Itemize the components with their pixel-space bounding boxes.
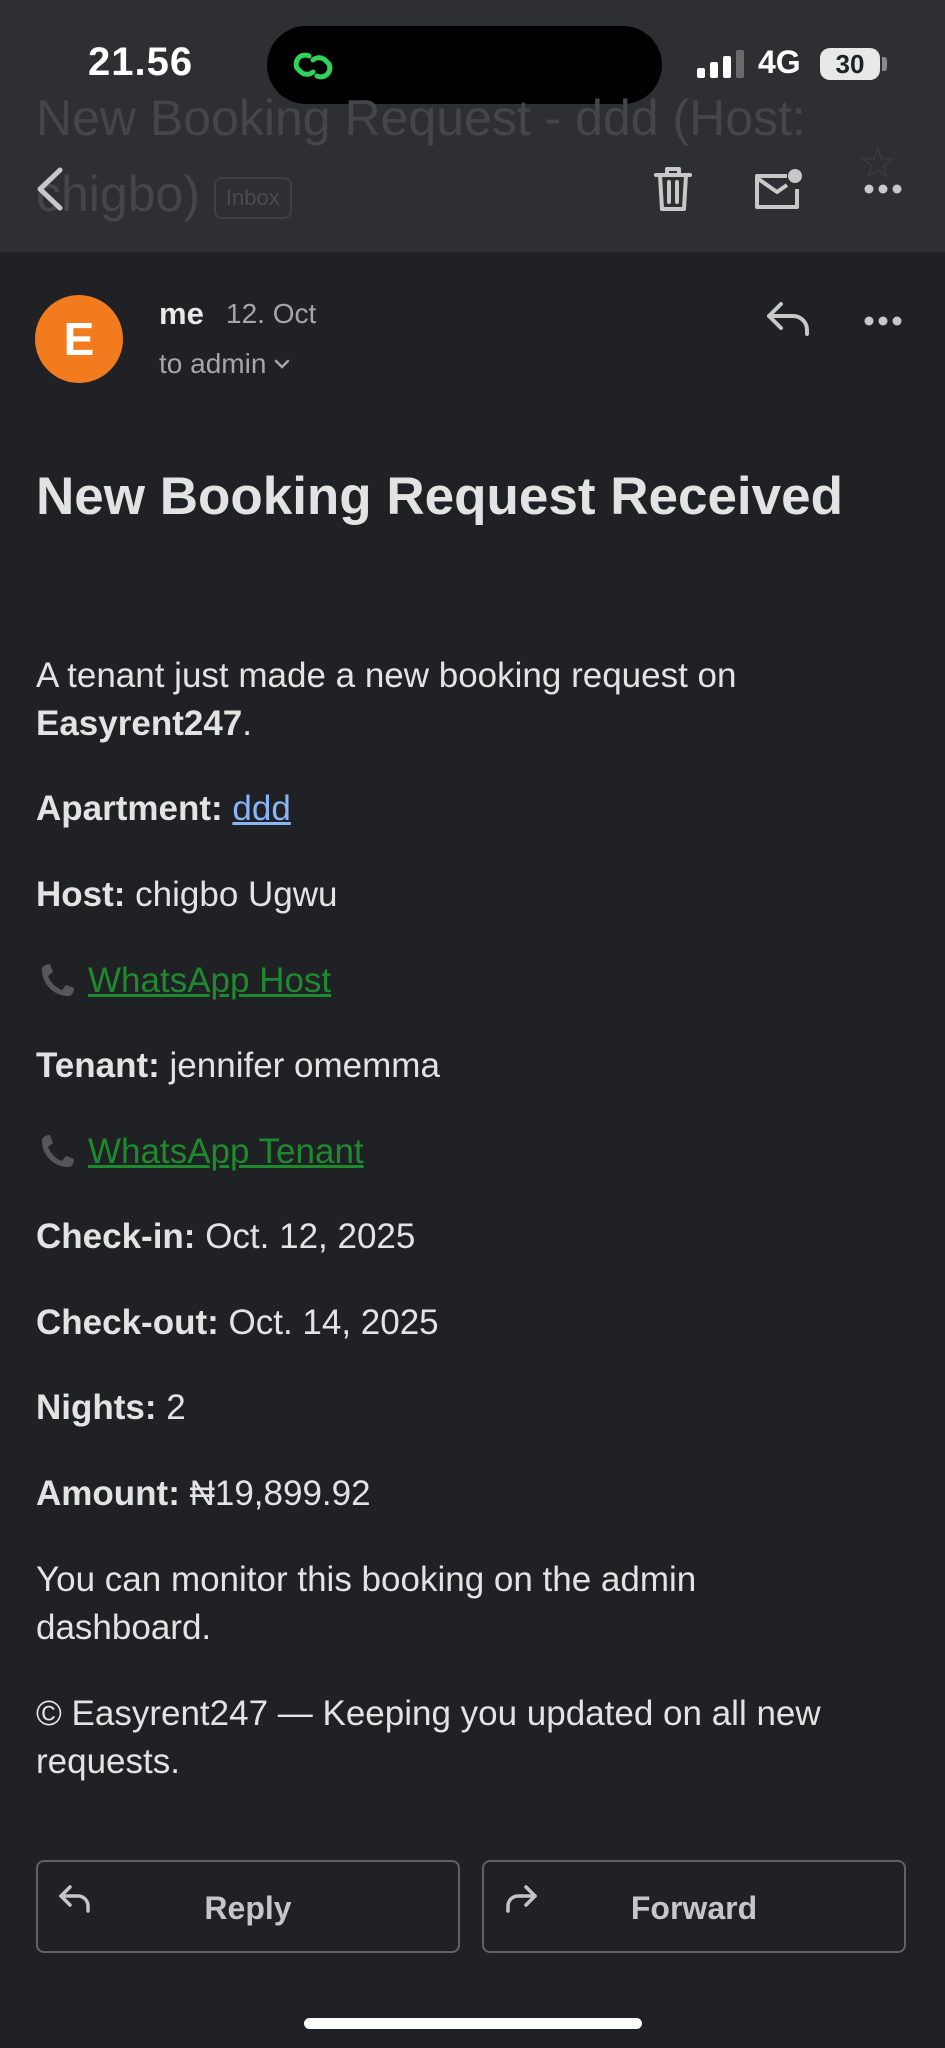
top-toolbar: 21.56 4G 30 New Booking Request - ddd (H… — [0, 0, 945, 252]
checkout-value: Oct. 14, 2025 — [228, 1303, 439, 1342]
amount-label: Amount: — [36, 1474, 180, 1513]
message-date: 12. Oct — [226, 298, 317, 329]
battery-indicator: 30 — [820, 48, 880, 80]
trash-icon — [654, 167, 692, 211]
intro-end: . — [242, 704, 252, 743]
network-type: 4G — [758, 44, 801, 80]
intro-paragraph: A tenant just made a new booking request… — [36, 652, 896, 748]
subject-title: New Booking Request - ddd (Host: chigbo)… — [36, 80, 856, 232]
intro-text: A tenant just made a new booking request… — [36, 656, 737, 695]
back-button[interactable] — [26, 160, 72, 218]
email-heading: New Booking Request Received — [36, 467, 843, 526]
inbox-label-chip: Inbox — [213, 176, 292, 219]
host-row: Host: chigbo Ugwu — [36, 871, 896, 919]
more-horizontal-icon — [864, 316, 902, 326]
reply-icon — [767, 302, 809, 336]
sender-avatar[interactable]: E — [35, 295, 123, 383]
more-options-button[interactable] — [860, 174, 906, 204]
telephone-icon — [42, 1135, 74, 1167]
signal-strength-icon — [697, 50, 744, 78]
telephone-icon — [42, 964, 74, 996]
whatsapp-host-row: WhatsApp Host — [36, 957, 896, 1005]
amount-row: Amount: ₦19,899.92 — [36, 1470, 896, 1518]
checkin-row: Check-in: Oct. 12, 2025 — [36, 1213, 896, 1261]
checkin-value: Oct. 12, 2025 — [205, 1217, 416, 1256]
sender-name: me — [159, 296, 204, 331]
apartment-row: Apartment: ddd — [36, 785, 896, 833]
chevron-down-icon — [275, 359, 290, 369]
more-horizontal-icon — [864, 184, 902, 194]
recipient-details-toggle[interactable]: to admin — [159, 348, 290, 380]
host-label: Host: — [36, 875, 126, 914]
forward-button[interactable]: Forward — [482, 1860, 906, 1953]
brand-name: Easyrent247 — [36, 704, 243, 743]
delete-button[interactable] — [648, 162, 698, 216]
footer-paragraph: © Easyrent247 — Keeping you updated on a… — [36, 1694, 821, 1781]
reply-button[interactable]: Reply — [36, 1860, 460, 1953]
apartment-link[interactable]: ddd — [232, 789, 290, 828]
message-more-button[interactable] — [860, 306, 906, 336]
recipient-text: to admin — [159, 348, 267, 379]
whatsapp-host-link[interactable]: WhatsApp Host — [88, 961, 331, 1000]
nights-row: Nights: 2 — [36, 1384, 896, 1432]
battery-tip — [882, 57, 887, 71]
tenant-value: jennifer omemma — [169, 1046, 440, 1085]
whatsapp-tenant-link[interactable]: WhatsApp Tenant — [88, 1132, 364, 1171]
mark-unread-button[interactable] — [752, 164, 804, 214]
host-value: chigbo Ugwu — [135, 875, 338, 914]
tenant-label: Tenant: — [36, 1046, 160, 1085]
status-time: 21.56 — [88, 40, 194, 84]
checkout-row: Check-out: Oct. 14, 2025 — [36, 1299, 896, 1347]
checkout-label: Check-out: — [36, 1303, 219, 1342]
amount-value: ₦19,899.92 — [189, 1474, 371, 1513]
home-indicator[interactable] — [304, 2018, 642, 2029]
mail-unread-icon — [755, 169, 802, 209]
tenant-row: Tenant: jennifer omemma — [36, 1042, 896, 1090]
whatsapp-tenant-row: WhatsApp Tenant — [36, 1128, 896, 1176]
nights-value: 2 — [166, 1388, 186, 1427]
nights-label: Nights: — [36, 1388, 157, 1427]
monitor-paragraph: You can monitor this booking on the admi… — [36, 1560, 697, 1647]
reply-label: Reply — [204, 1890, 292, 1926]
checkin-label: Check-in: — [36, 1217, 196, 1256]
chevron-left-icon — [37, 167, 63, 211]
forward-label: Forward — [630, 1890, 758, 1926]
reply-quick-button[interactable] — [762, 296, 814, 340]
apartment-label: Apartment: — [36, 789, 223, 828]
